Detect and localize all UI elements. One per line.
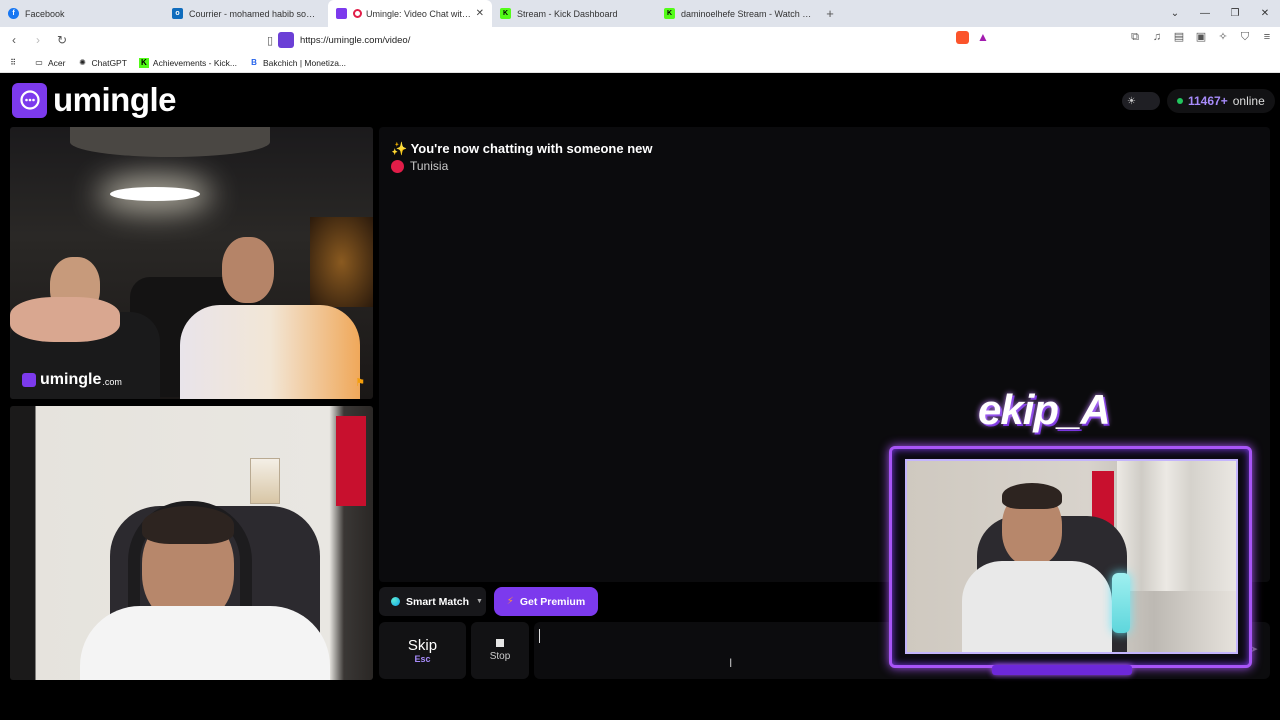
smart-match-dropdown[interactable]: Smart Match ▼ [379,587,486,616]
new-tab-button[interactable]: + [820,6,840,21]
logo-text: umingle [53,81,177,118]
menu-icon[interactable]: ≡ [1260,30,1274,44]
report-flag-icon[interactable]: ⚑ [355,376,365,389]
browser-tab-strip: f Facebook o Courrier - mohamed habib so… [0,0,1280,27]
bookmark-chatgpt[interactable]: ✺ ChatGPT [77,57,127,68]
text-caret [539,629,540,643]
brave-shield-icon[interactable] [956,30,969,44]
tab-outlook[interactable]: o Courrier - mohamed habib souaied - [164,0,328,27]
umingle-icon [22,373,36,387]
site-info-icon[interactable] [278,32,294,48]
url-field[interactable]: https://umingle.com/video/ [278,30,950,50]
tab-close-icon[interactable]: ✕ [476,8,484,19]
stream-webcam-frame [889,446,1252,675]
apps-icon[interactable]: ⠿ [8,58,22,68]
chatgpt-icon: ✺ [79,57,86,67]
bookmark-bakchich[interactable]: B Bakchich | Monetiza... [249,58,346,68]
self-shirt [80,606,330,680]
chat-bubble-icon [12,82,47,118]
sidebar-icon[interactable]: ▤ [1172,30,1186,44]
media-icon[interactable]: ♫ [1150,30,1164,44]
skip-shortcut: Esc [414,654,431,664]
chevron-down-icon: ▼ [476,598,483,605]
recording-icon [353,9,362,18]
tab-facebook[interactable]: f Facebook [0,0,164,27]
brave-rewards-icon[interactable]: ▲ [977,30,989,44]
text-cursor-icon: I [729,656,733,670]
car-window-right [310,217,373,307]
outlook-icon: o [172,8,183,19]
minimize-icon[interactable]: — [1190,8,1220,19]
chat-status-heading: ✨ You're now chatting with someone new [391,141,653,156]
close-icon[interactable]: ✕ [1250,8,1280,19]
bookmark-icon[interactable]: ▯ [260,34,280,47]
online-label: online [1232,94,1265,108]
streamer-hair [1002,483,1062,509]
back-icon[interactable]: ‹ [4,33,24,47]
streamer-shirt [962,561,1112,652]
extensions-icon[interactable]: ⧉ [1128,30,1142,44]
umingle-page: umingle ☀ 11467+ online umingle .com ⚑ ✨… [3,76,1277,685]
bolt-icon: ⚡ [506,596,514,607]
kick-icon: K [664,8,675,19]
tunisia-flag-icon [391,159,404,173]
kick-icon: K [500,8,511,19]
tab-umingle[interactable]: Umingle: Video Chat with Str ✕ [328,0,492,27]
reload-icon[interactable]: ↻ [52,33,72,47]
chevron-down-icon[interactable]: ⌄ [1160,8,1190,19]
person-right-head [222,237,274,303]
leo-ai-icon[interactable]: ✧ [1216,30,1230,44]
wall-poster [250,458,280,504]
stop-button[interactable]: Stop [471,622,529,679]
wallet-icon[interactable]: ▣ [1194,30,1208,44]
toolbar-extensions: ⧉ ♫ ▤ ▣ ✧ ⛉ ≡ [1128,30,1274,44]
facebook-icon: f [8,8,19,19]
umingle-watermark: umingle .com [22,371,122,389]
window-controls: ⌄ — ❐ ✕ [1160,0,1280,27]
globe-icon [391,597,400,606]
bakchich-icon: B [251,57,257,67]
car-interior-light [110,187,200,201]
stranger-video: umingle .com ⚑ [10,127,373,399]
theme-toggle[interactable]: ☀ [1122,92,1160,110]
online-dot-icon [1177,98,1183,104]
forward-icon[interactable]: › [28,33,48,47]
umingle-icon [336,8,347,19]
skip-button[interactable]: Skip Esc [379,622,466,679]
shield-area: ▲ [956,30,989,44]
overlay-bottom-bar [992,665,1132,675]
stranger-country: Tunisia [391,159,448,173]
address-bar-row: ‹ › ↻ ▯ https://umingle.com/video/ ▲ ⧉ ♫… [0,27,1280,53]
car-roof [70,127,270,157]
kick-icon: K [138,57,149,68]
stop-icon [496,639,504,647]
tunisia-flag [336,416,366,506]
window-shutter [1117,461,1236,591]
online-count: 11467+ [1188,94,1228,108]
bookmark-achievements[interactable]: K Achievements - Kick... [138,57,237,68]
self-video [10,406,373,680]
vpn-icon[interactable]: ⛉ [1238,30,1252,44]
bookmark-acer[interactable]: ▭ Acer [34,58,65,68]
restore-icon[interactable]: ❐ [1220,8,1250,19]
tab-kick-dashboard[interactable]: K Stream - Kick Dashboard [492,0,656,27]
person-right-body [180,305,360,399]
bookmarks-bar: ⠿ ▭ Acer ✺ ChatGPT K Achievements - Kick...… [0,53,1280,73]
sparkle-icon: ✨ [391,141,408,156]
get-premium-button[interactable]: ⚡ Get Premium [494,587,598,616]
tab-kick-stream[interactable]: K daminoelhefe Stream - Watch Live o [656,0,820,27]
sun-icon: ☀ [1127,95,1136,107]
self-hair [142,506,234,544]
streamer-webcam [905,459,1238,654]
desk-lamp [1112,573,1130,633]
url-text: https://umingle.com/video/ [300,34,411,46]
site-logo[interactable]: umingle [12,81,177,119]
stream-overlay-title: ekip_A [978,386,1111,433]
person-left-hand [10,297,120,342]
online-counter: 11467+ online [1167,89,1275,113]
folder-icon: ▭ [35,57,43,67]
